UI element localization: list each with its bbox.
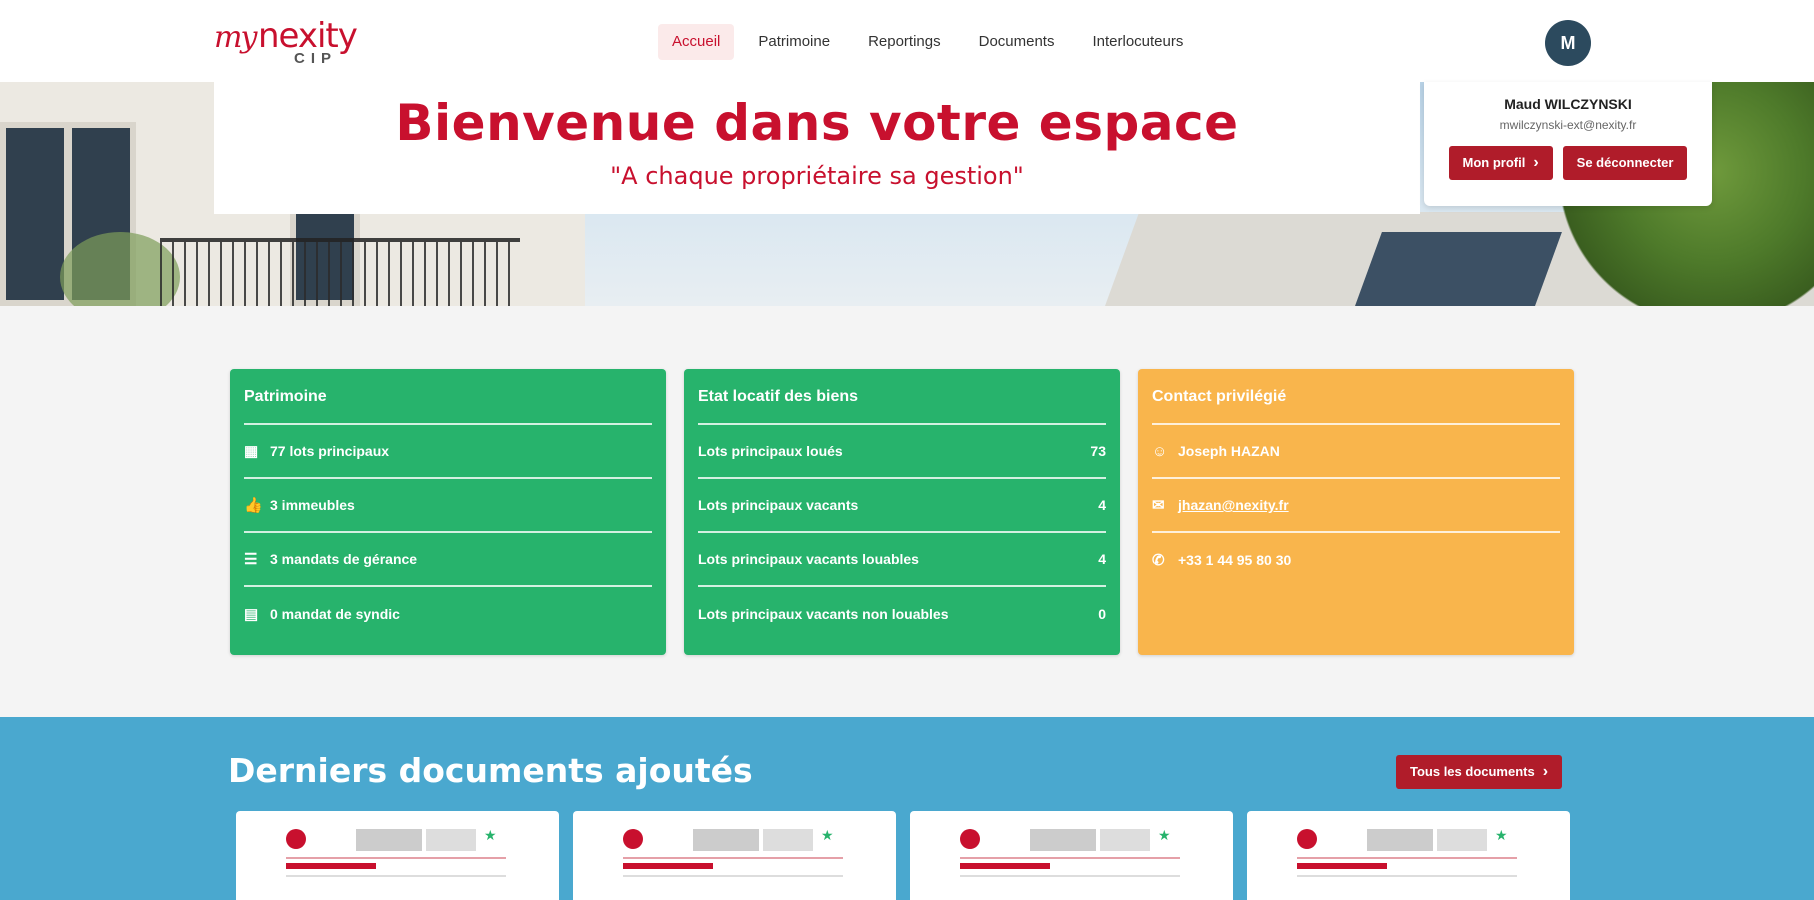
nav-documents[interactable]: Documents <box>965 24 1069 60</box>
summary-cards: Patrimoine ▦ 77 lots principaux 👍 3 imme… <box>230 369 1574 655</box>
document-thumbnail: ★ <box>1297 827 1517 900</box>
row-label: 3 mandats de gérance <box>270 551 418 567</box>
document-list: ★ ★ ★ ★ <box>236 811 1570 900</box>
document-icon: ▤ <box>244 606 259 623</box>
mandate-icon: ☰ <box>244 551 258 568</box>
row-label: 77 lots principaux <box>270 443 390 459</box>
document-thumbnail: ★ <box>623 827 843 900</box>
logo-script: my <box>214 20 257 55</box>
profile-name: Maud WILCZYNSKI <box>1504 96 1632 112</box>
row-label: 3 immeubles <box>270 497 355 513</box>
row-label: Lots principaux loués <box>698 443 843 459</box>
card-row: Lots principaux vacants 4 <box>698 479 1106 533</box>
card-row: 👍 3 immeubles <box>244 479 652 533</box>
document-card[interactable]: ★ <box>573 811 896 900</box>
welcome-title: Bienvenue dans votre espace <box>395 94 1239 152</box>
row-value: 0 <box>1098 606 1106 622</box>
document-card[interactable]: ★ <box>910 811 1233 900</box>
profile-button-label: Mon profil <box>1462 155 1526 170</box>
contact-card: Contact privilégié ☺ Joseph HAZAN ✉ jhaz… <box>1138 369 1574 655</box>
document-thumbnail: ★ <box>960 827 1180 900</box>
card-row: Lots principaux loués 73 <box>698 425 1106 479</box>
row-label: Lots principaux vacants <box>698 497 859 513</box>
phone-icon: ✆ <box>1152 552 1165 569</box>
avatar[interactable]: M <box>1545 20 1591 66</box>
nav-accueil[interactable]: Accueil <box>658 24 735 60</box>
row-label: Lots principaux vacants louables <box>698 551 919 567</box>
nav-patrimoine[interactable]: Patrimoine <box>744 24 844 60</box>
etat-locatif-card[interactable]: Etat locatif des biens Lots principaux l… <box>684 369 1120 655</box>
card-row: Lots principaux vacants non louables 0 <box>698 587 1106 641</box>
logout-button[interactable]: Se déconnecter <box>1562 146 1688 180</box>
card-title: Etat locatif des biens <box>698 369 1106 425</box>
nav-reportings[interactable]: Reportings <box>854 24 955 60</box>
hero-balcony <box>160 238 520 306</box>
building-icon: ▦ <box>244 443 259 460</box>
profile-email: mwilczynski-ext@nexity.fr <box>1499 118 1637 132</box>
nexity-logo[interactable]: my nexity CIP <box>214 16 374 67</box>
profile-button[interactable]: Mon profil › <box>1448 146 1553 180</box>
contact-email-link[interactable]: jhazan@nexity.fr <box>1178 497 1289 513</box>
row-value: 73 <box>1090 443 1106 459</box>
thumb-icon: 👍 <box>244 497 263 514</box>
logo-sub: CIP <box>294 50 338 67</box>
all-documents-button[interactable]: Tous les documents › <box>1396 755 1563 789</box>
profile-dropdown: Maud WILCZYNSKI mwilczynski-ext@nexity.f… <box>1424 82 1712 206</box>
card-title: Contact privilégié <box>1152 369 1560 425</box>
all-documents-label: Tous les documents <box>1410 764 1535 779</box>
logout-button-label: Se déconnecter <box>1576 155 1674 170</box>
profile-actions: Mon profil › Se déconnecter <box>1424 146 1712 180</box>
row-value: 4 <box>1098 551 1106 567</box>
row-label: 0 mandat de syndic <box>270 606 400 622</box>
row-label: Lots principaux vacants non louables <box>698 606 949 622</box>
contact-email-row: jhazan@nexity.fr <box>1178 497 1560 513</box>
document-card[interactable]: ★ <box>1247 811 1570 900</box>
card-row: ✆ +33 1 44 95 80 30 <box>1152 533 1560 587</box>
card-row: ☺ Joseph HAZAN <box>1152 425 1560 479</box>
documents-title: Derniers documents ajoutés <box>228 751 753 790</box>
hero-window <box>1355 232 1562 306</box>
user-icon: ☺ <box>1152 442 1168 460</box>
card-title: Patrimoine <box>244 369 652 425</box>
contact-phone: +33 1 44 95 80 30 <box>1178 552 1292 568</box>
documents-section: Derniers documents ajoutés Tous les docu… <box>0 717 1814 900</box>
card-row: Lots principaux vacants louables 4 <box>698 533 1106 587</box>
card-row: ▦ 77 lots principaux <box>244 425 652 479</box>
document-card[interactable]: ★ <box>236 811 559 900</box>
card-row: ▤ 0 mandat de syndic <box>244 587 652 641</box>
chevron-right-icon: › <box>1533 154 1539 171</box>
card-row: ✉ jhazan@nexity.fr <box>1152 479 1560 533</box>
main-nav: Accueil Patrimoine Reportings Documents … <box>658 24 1197 60</box>
patrimoine-card[interactable]: Patrimoine ▦ 77 lots principaux 👍 3 imme… <box>230 369 666 655</box>
row-value: 4 <box>1098 497 1106 513</box>
welcome-panel: Bienvenue dans votre espace "A chaque pr… <box>214 80 1420 214</box>
mail-icon: ✉ <box>1152 497 1165 514</box>
top-header: my nexity CIP Accueil Patrimoine Reporti… <box>0 0 1814 82</box>
nav-interlocuteurs[interactable]: Interlocuteurs <box>1078 24 1197 60</box>
contact-name: Joseph HAZAN <box>1178 443 1280 459</box>
welcome-tagline: "A chaque propriétaire sa gestion" <box>610 162 1024 190</box>
chevron-right-icon: › <box>1542 763 1549 780</box>
card-row: ☰ 3 mandats de gérance <box>244 533 652 587</box>
document-thumbnail: ★ <box>286 827 506 900</box>
